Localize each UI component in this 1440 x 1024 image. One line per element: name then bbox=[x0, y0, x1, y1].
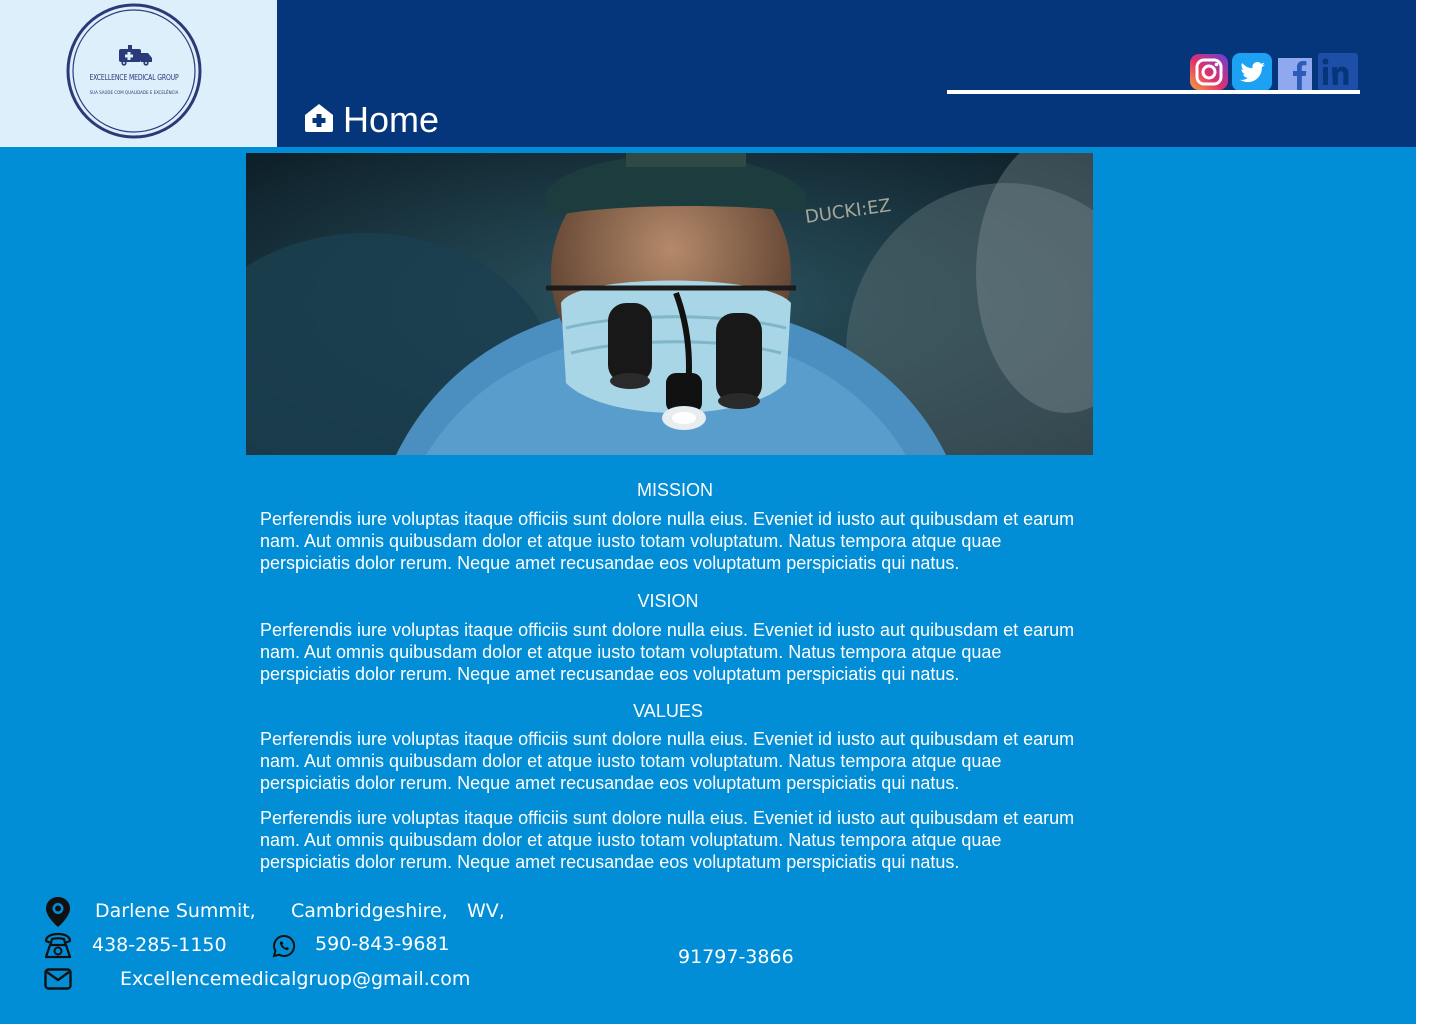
address-county: Cambridgeshire, bbox=[291, 900, 448, 922]
nav-home[interactable]: Home bbox=[303, 100, 439, 140]
twitter-link[interactable] bbox=[1232, 53, 1272, 91]
facebook-link[interactable] bbox=[1275, 53, 1315, 91]
address-street: Darlene Summit, bbox=[95, 900, 256, 922]
location-pin-icon bbox=[44, 896, 72, 933]
linkedin-icon bbox=[1318, 53, 1358, 91]
facebook-icon bbox=[1278, 58, 1312, 90]
hero-image: DUCKI:EZ bbox=[246, 153, 1093, 455]
email-address[interactable]: Excellencemedicalgruop@gmail.com bbox=[120, 968, 470, 990]
whatsapp-icon bbox=[272, 934, 296, 963]
address-zip: 91797-3866 bbox=[678, 946, 794, 968]
section-title-values: VALUES bbox=[633, 701, 703, 721]
surgeon-photo-icon: DUCKI:EZ bbox=[246, 153, 1093, 455]
section-text-mission: Perferendis iure voluptas itaque officii… bbox=[260, 509, 1075, 573]
email-icon bbox=[44, 968, 72, 995]
section-text-values: Perferendis iure voluptas itaque officii… bbox=[260, 729, 1075, 793]
logo-container[interactable]: EXCELLENCE MEDICAL GROUP SUA SAÚDE COM Q… bbox=[0, 0, 277, 147]
phone-number[interactable]: 438-285-1150 bbox=[92, 934, 227, 956]
logo-badge-icon bbox=[66, 3, 202, 139]
twitter-icon bbox=[1232, 53, 1272, 91]
telephone-icon bbox=[43, 932, 73, 965]
logo-title: EXCELLENCE MEDICAL GROUP bbox=[89, 73, 179, 82]
home-medical-icon bbox=[303, 102, 335, 139]
section-text-extra: Perferendis iure voluptas itaque officii… bbox=[260, 808, 1075, 872]
instagram-icon bbox=[1190, 54, 1228, 90]
nav-home-label: Home bbox=[343, 99, 440, 140]
section-title-vision: VISION bbox=[637, 591, 699, 611]
logo-tagline: SUA SAÚDE COM QUALIDADE E EXCELÊNCIA bbox=[89, 90, 179, 95]
social-underline bbox=[947, 90, 1360, 94]
section-text-vision: Perferendis iure voluptas itaque officii… bbox=[260, 620, 1075, 684]
address-state: WV, bbox=[467, 900, 505, 922]
site-header: EXCELLENCE MEDICAL GROUP SUA SAÚDE COM Q… bbox=[0, 0, 1416, 147]
page: EXCELLENCE MEDICAL GROUP SUA SAÚDE COM Q… bbox=[0, 0, 1416, 1024]
instagram-link[interactable] bbox=[1189, 53, 1229, 91]
linkedin-link[interactable] bbox=[1318, 53, 1358, 91]
section-title-mission: MISSION bbox=[636, 480, 713, 500]
whatsapp-number[interactable]: 590-843-9681 bbox=[315, 933, 450, 955]
logo[interactable]: EXCELLENCE MEDICAL GROUP SUA SAÚDE COM Q… bbox=[66, 3, 202, 139]
